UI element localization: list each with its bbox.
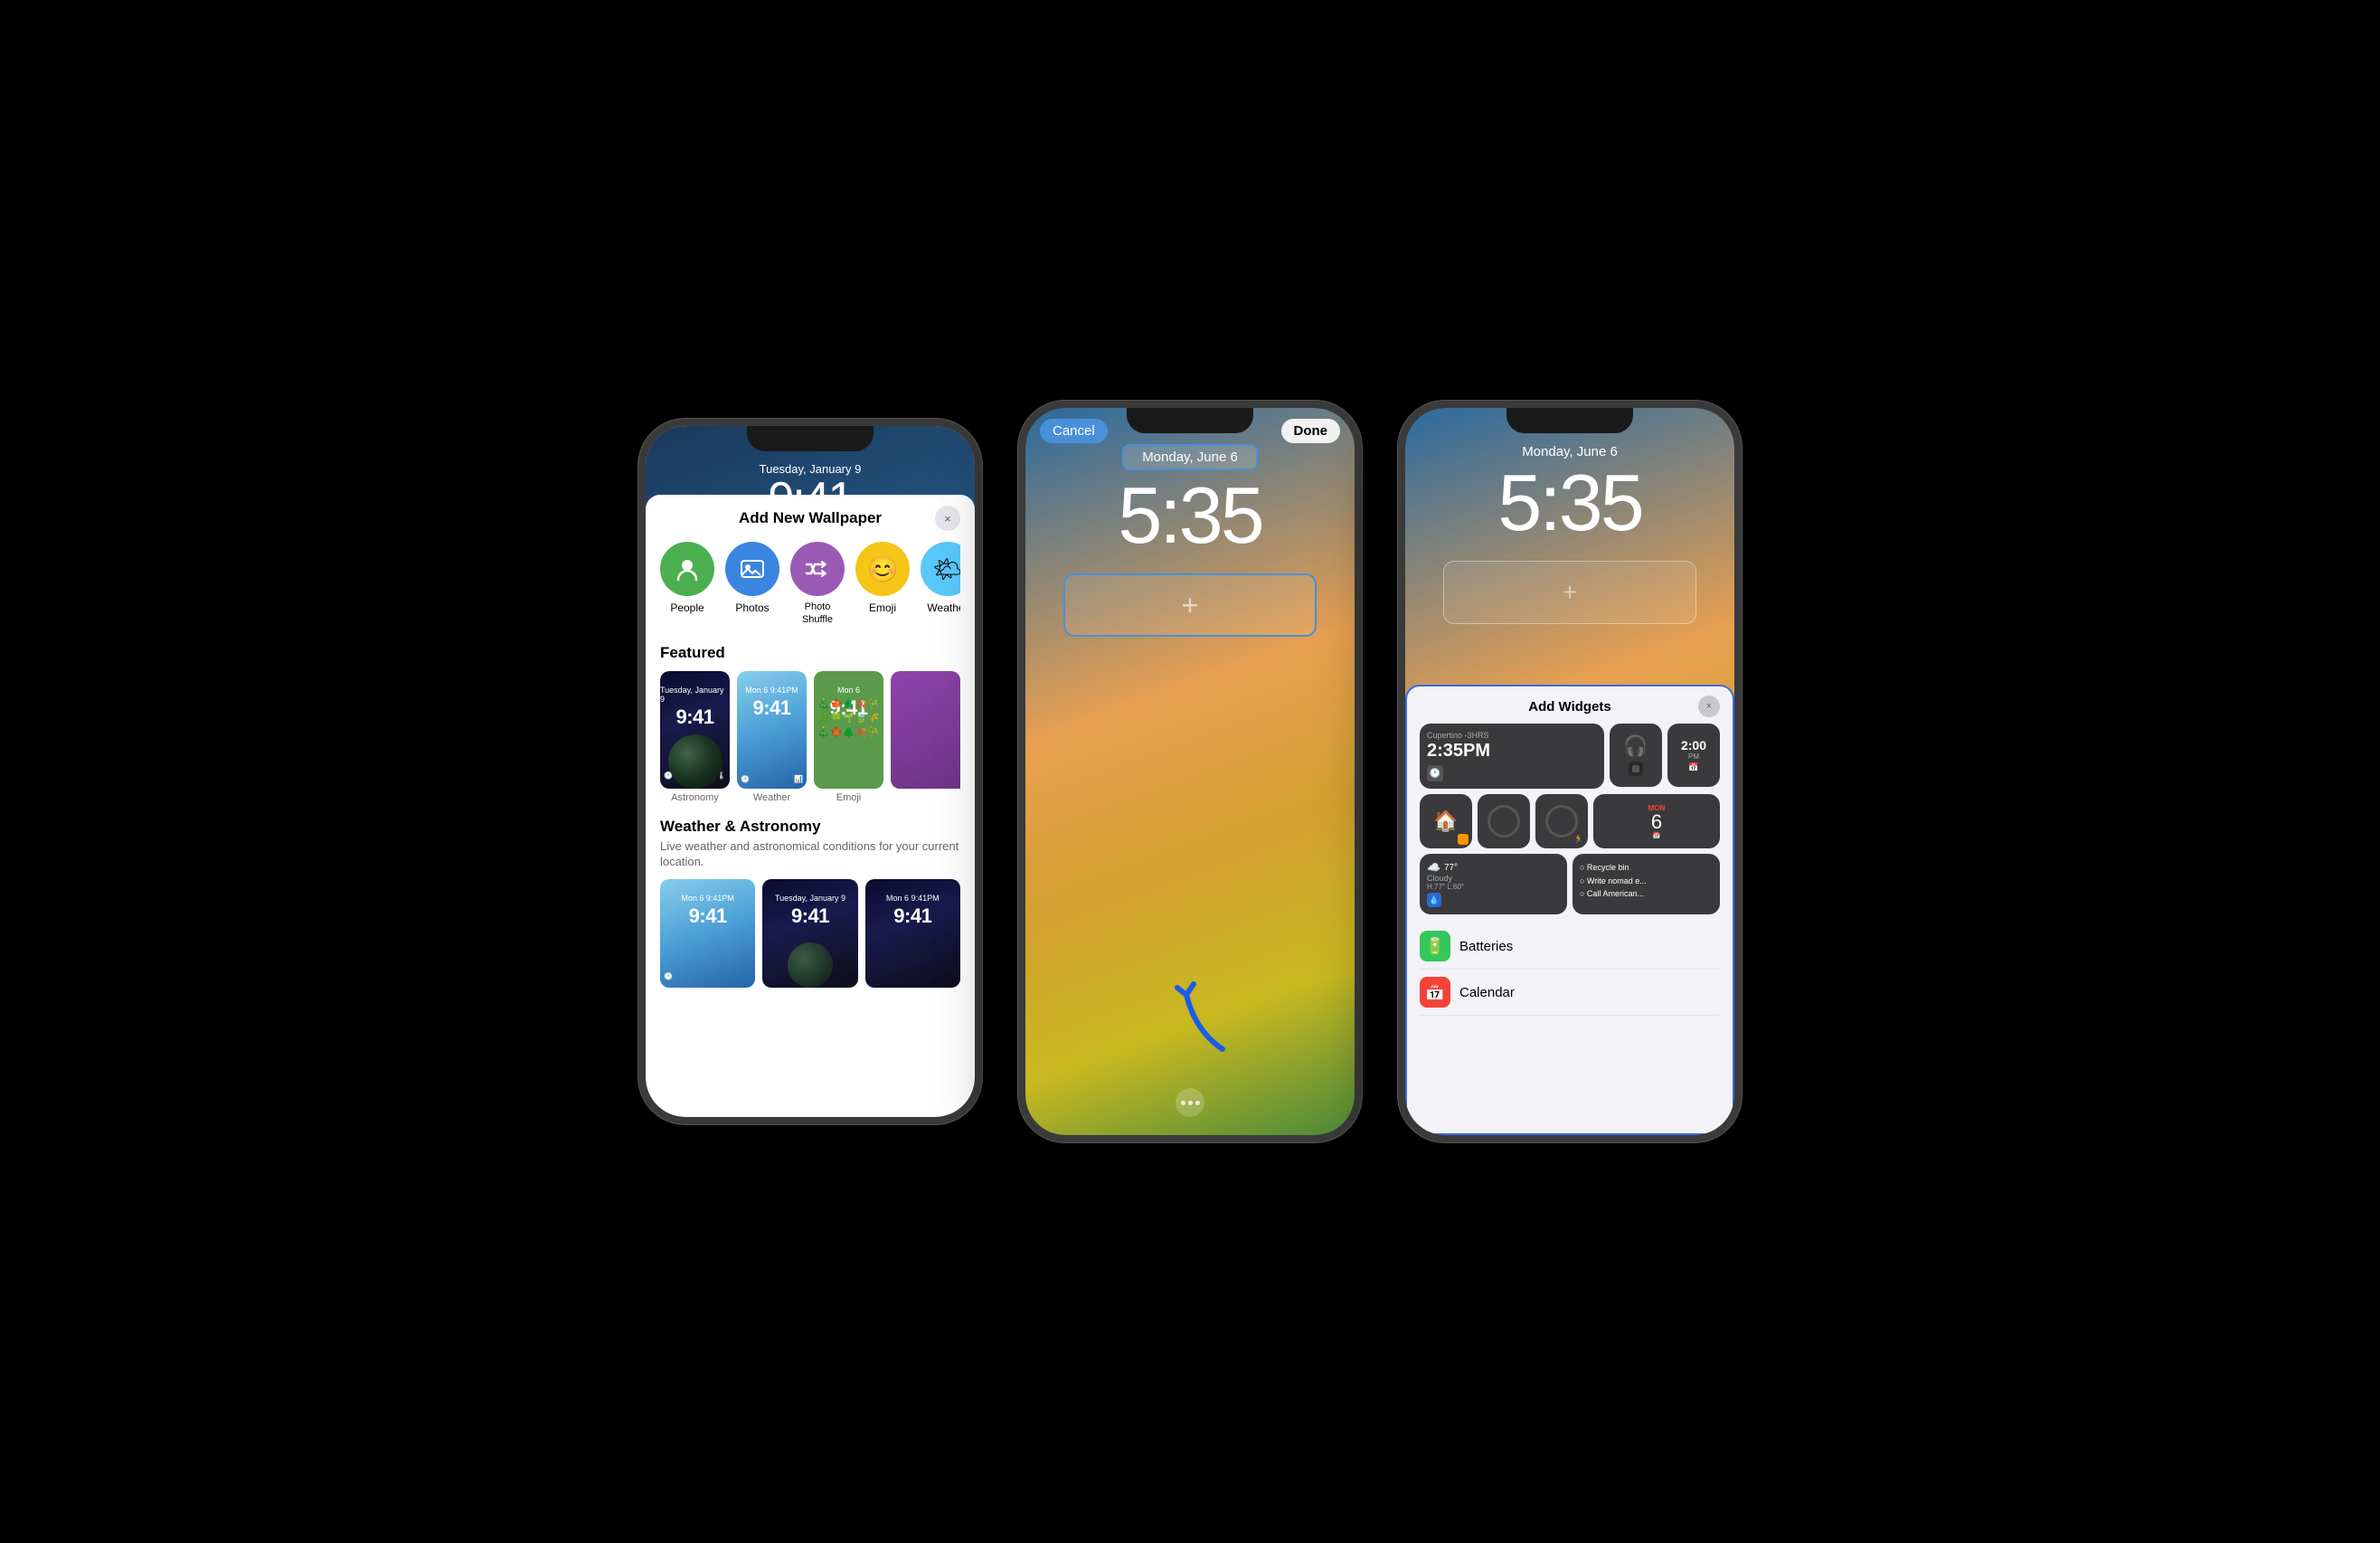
- featured-emoji[interactable]: Mon 6 9:41 🎄🍁🌲🍂🎋🌿🍀🌱🍃🌾🎄🍁🌲🍂🎋 Emoji: [814, 671, 883, 803]
- weather-item-1[interactable]: Mon 6 9:41PM 9:41 🕐: [660, 879, 755, 988]
- wallpaper-type-weather[interactable]: 🌤 Weather: [921, 542, 960, 625]
- add-wallpaper-sheet: Add New Wallpaper × People: [646, 495, 975, 1117]
- batteries-icon: 🔋: [1420, 931, 1450, 961]
- emoji-label: Emoji: [869, 601, 896, 614]
- weather-astronomy-title: Weather & Astronomy: [660, 818, 960, 836]
- widget-add-box[interactable]: +: [1063, 573, 1317, 637]
- add-widgets-panel: Add Widgets × Cupertino -3HRS 2:35PM 🕐: [1405, 685, 1734, 1135]
- photos-icon: [725, 542, 779, 596]
- arrow-indicator: [1168, 968, 1241, 1063]
- calendar-item[interactable]: 📅 Calendar: [1420, 970, 1720, 1016]
- photos-label: Photos: [735, 601, 769, 614]
- featured-emoji-label: Emoji: [814, 792, 883, 803]
- featured-astronomy[interactable]: Tuesday, January 9 9:41 🕐 🌡 Astronomy: [660, 671, 730, 803]
- add-widgets-close[interactable]: ×: [1698, 696, 1720, 717]
- weather-astronomy-desc: Live weather and astronomical conditions…: [660, 839, 960, 870]
- batteries-item[interactable]: 🔋 Batteries: [1420, 923, 1720, 970]
- sheet-title: Add New Wallpaper: [739, 509, 882, 527]
- wallpaper-types: People Photos: [660, 542, 960, 625]
- weather-item-3[interactable]: Mon 6 9:41PM 9:41: [865, 879, 960, 988]
- widgets-row-3: ☁️ 77° Cloudy H:77° L:60° 💧 ○ Recycle bi…: [1420, 854, 1720, 914]
- airpods-widget[interactable]: 🎧: [1610, 724, 1662, 787]
- time-widget[interactable]: 2:00 PM 📅: [1667, 724, 1720, 787]
- time-p3: 5:35: [1497, 463, 1641, 543]
- weather-grid: Mon 6 9:41PM 9:41 🕐 Tuesday, January 9 9…: [660, 879, 960, 988]
- empty-widget-plus: +: [1563, 578, 1577, 607]
- weather-label: Weather: [927, 601, 960, 614]
- widget-empty-box[interactable]: +: [1443, 561, 1696, 624]
- widgets-row-2: 🏠 🏃 MON 6 📅: [1420, 794, 1720, 848]
- phone2-screen: Cancel Done Monday, June 6 5:35 +: [1025, 408, 1355, 1135]
- calendar-widget-small[interactable]: MON 6 📅: [1593, 794, 1720, 848]
- calendar-icon: 📅: [1420, 977, 1450, 1008]
- featured-grid: Tuesday, January 9 9:41 🕐 🌡 Astronomy: [660, 671, 960, 803]
- phone-3: Monday, June 6 5:35 + Add Widgets ×: [1398, 401, 1742, 1142]
- people-label: People: [670, 601, 704, 614]
- wallpaper-type-shuffle[interactable]: PhotoShuffle: [790, 542, 845, 625]
- emoji-icon: 😊: [855, 542, 910, 596]
- circle-widget-2[interactable]: 🏃: [1535, 794, 1588, 848]
- add-widgets-title: Add Widgets: [1528, 699, 1611, 715]
- featured-weather-label: Weather: [737, 792, 807, 803]
- home-widget[interactable]: 🏠: [1420, 794, 1472, 848]
- wallpaper-type-photos[interactable]: Photos: [725, 542, 779, 625]
- weather-detail-widget[interactable]: ☁️ 77° Cloudy H:77° L:60° 💧: [1420, 854, 1567, 914]
- time-display: 5:35: [1118, 476, 1261, 555]
- phone-2: Cancel Done Monday, June 6 5:35 +: [1018, 401, 1362, 1142]
- weather-item-2[interactable]: Tuesday, January 9 9:41: [762, 879, 857, 988]
- people-icon: [660, 542, 714, 596]
- weather-icon: 🌤: [921, 542, 960, 596]
- sheet-close-button[interactable]: ×: [935, 506, 960, 531]
- circle-widget-1[interactable]: [1478, 794, 1530, 848]
- date-bar: Monday, June 6: [1122, 444, 1258, 470]
- sheet-header: Add New Wallpaper ×: [660, 509, 960, 527]
- shuffle-icon: [790, 542, 845, 596]
- app-list: 🔋 Batteries 📅 Calendar: [1420, 923, 1720, 1016]
- phone3-screen: Monday, June 6 5:35 + Add Widgets ×: [1405, 408, 1734, 1135]
- phone1-screen: Tuesday, January 9 9:41 Add New Wallpape…: [646, 426, 975, 1117]
- featured-extra: [891, 671, 960, 803]
- widgets-row-1: Cupertino -3HRS 2:35PM 🕐 🎧: [1420, 724, 1720, 790]
- wallpaper-type-people[interactable]: People: [660, 542, 714, 625]
- phone-1: Tuesday, January 9 9:41 Add New Wallpape…: [638, 419, 982, 1124]
- reminders-widget[interactable]: ○ Recycle bin ○ Write nomad e... ○ Call …: [1572, 854, 1720, 914]
- featured-astronomy-label: Astronomy: [660, 792, 730, 803]
- wallpaper-type-emoji[interactable]: 😊 Emoji: [855, 542, 910, 625]
- widget-plus-icon: +: [1182, 589, 1199, 622]
- shuffle-label: PhotoShuffle: [802, 601, 833, 625]
- batteries-label: Batteries: [1459, 939, 1513, 954]
- calendar-label: Calendar: [1459, 985, 1515, 1000]
- add-widgets-header: Add Widgets ×: [1420, 699, 1720, 715]
- dots-indicator[interactable]: [1176, 1088, 1204, 1117]
- featured-weather[interactable]: Mon 6 9:41PM 9:41 🕐 📊 Weather: [737, 671, 807, 803]
- featured-section-title: Featured: [660, 644, 960, 662]
- weather-widget[interactable]: Cupertino -3HRS 2:35PM 🕐: [1420, 724, 1604, 790]
- phones-container: Tuesday, January 9 9:41 Add New Wallpape…: [638, 401, 1742, 1142]
